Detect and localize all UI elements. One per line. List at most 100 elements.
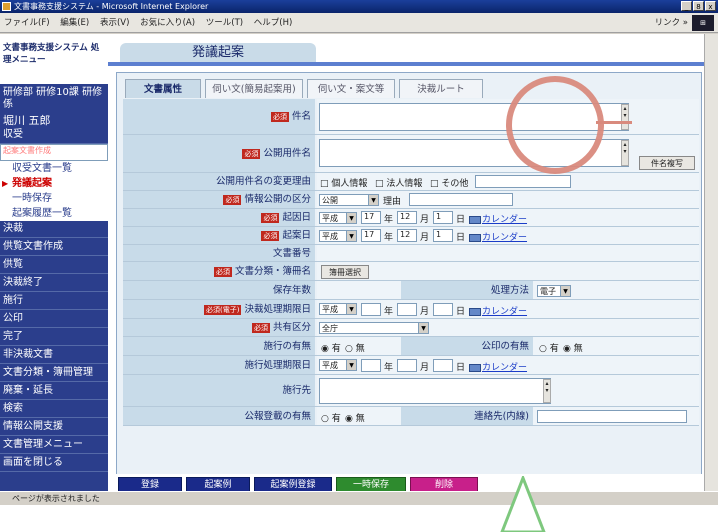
sidebar-item-receipt[interactable]: 収受 (0, 127, 108, 144)
classification-label: 必須 文書分類・簿冊名 (123, 262, 315, 280)
process-method-select[interactable]: 電子 ▼ (537, 285, 571, 297)
seal-no-radio[interactable]: ◉ 無 (563, 341, 583, 354)
sidebar-item-proposal-draft[interactable]: ▶ 発議起案 (0, 176, 108, 191)
origin-calendar-link[interactable]: カレンダー (469, 212, 527, 225)
deadline-day-unit: 日 (456, 307, 466, 317)
highlight-circle (506, 76, 604, 174)
destination-input[interactable] (319, 378, 551, 404)
deadline-era-value: 平成 (322, 305, 338, 314)
header-divider (108, 62, 712, 66)
status-bar: ページが表示されました (0, 491, 718, 505)
sidebar-item-classification[interactable]: 文書分類・簿冊管理 (0, 365, 108, 382)
public-subject-scrollbar[interactable]: ▴ ▾ (621, 140, 629, 166)
draft-example-button[interactable]: 起案例 (186, 477, 250, 492)
sidebar-item-circulation[interactable]: 供覧 (0, 257, 108, 274)
sidebar-item-approval[interactable]: 決裁 (0, 221, 108, 238)
maximize-button[interactable]: 8 (693, 1, 704, 11)
enforcement-era-select[interactable]: 平成 ▼ (319, 359, 357, 371)
sidebar-item-official-seal[interactable]: 公印 (0, 311, 108, 328)
sidebar-item-search[interactable]: 検索 (0, 401, 108, 418)
reason-input[interactable] (409, 193, 513, 206)
links-toolbar[interactable]: リンク » (655, 13, 688, 33)
seal-yes-radio[interactable]: ○ 有 (539, 341, 559, 354)
reason-personal-label: 個人情報 (331, 179, 368, 189)
minimize-button[interactable]: _ (681, 1, 692, 11)
reason-other-checkbox[interactable]: □ その他 (430, 176, 468, 189)
enforcement-day-unit: 日 (456, 363, 466, 373)
origin-month-input[interactable]: 12 (397, 211, 417, 224)
close-button[interactable]: x (705, 1, 716, 11)
register-example-button[interactable]: 起案例登録 (254, 477, 332, 492)
enforcement-month-input[interactable] (397, 359, 417, 372)
radio-no-label: 無 (355, 414, 365, 424)
destination-scrollbar[interactable]: ▴ ▾ (543, 379, 551, 403)
menu-tools[interactable]: ツール(T) (202, 13, 247, 33)
deadline-era-select[interactable]: 平成 ▼ (319, 303, 357, 315)
enforcement-year-input[interactable] (361, 359, 381, 372)
sidebar-item-doc-menu[interactable]: 文書管理メニュー (0, 437, 108, 454)
tab-approval-route[interactable]: 決裁ルート (399, 79, 483, 98)
sidebar-item-draft-create[interactable]: 起案文書作成 (0, 144, 108, 161)
subject-copy-button[interactable]: 件名複写 (639, 156, 695, 170)
disclosure-select[interactable]: 公開 ▼ (319, 194, 379, 206)
deadline-cell: 平成 ▼ 年 月 日 カレンダー (317, 300, 699, 318)
menu-edit[interactable]: 編集(E) (56, 13, 93, 33)
sidebar-item-enforcement[interactable]: 施行 (0, 293, 108, 310)
enforcement-calendar-link[interactable]: カレンダー (469, 360, 527, 373)
delete-button[interactable]: 削除 (410, 477, 478, 492)
draft-era-select[interactable]: 平成 ▼ (319, 230, 357, 242)
action-bar: 登録 起案例 起案例登録 一時保存 削除 (108, 474, 712, 492)
origin-year-unit: 年 (384, 215, 394, 225)
menu-help[interactable]: ヘルプ(H) (250, 13, 297, 33)
deadline-year-input[interactable] (361, 303, 381, 316)
enforcement-deadline-cell: 平成 ▼ 年 月 日 カレンダー (317, 356, 699, 374)
subject-scrollbar[interactable]: ▴ ▾ (621, 104, 629, 130)
form-panel: 文書属性 伺い文(簡易起案用) 伺い文・案文等 決裁ルート 必須 件名 ▴ ▾ 必須… (116, 72, 702, 492)
temp-save-button[interactable]: 一時保存 (336, 477, 406, 492)
enforcement-era-value: 平成 (322, 361, 338, 370)
origin-era-select[interactable]: 平成 ▼ (319, 212, 357, 224)
sidebar-item-info-disclosure[interactable]: 情報公開支援 (0, 419, 108, 436)
calendar-icon (469, 363, 481, 372)
draft-month-input[interactable]: 12 (397, 229, 417, 242)
sharing-select[interactable]: 全庁 ▼ (319, 322, 429, 334)
sidebar-item-disposal[interactable]: 廃棄・延長 (0, 383, 108, 400)
sidebar-item-complete[interactable]: 完了 (0, 329, 108, 346)
register-button[interactable]: 登録 (118, 477, 182, 492)
contact-input[interactable] (537, 410, 687, 423)
sidebar-item-circulation-create[interactable]: 供覧文書作成 (0, 239, 108, 256)
bulletin-no-radio[interactable]: ◉ 無 (345, 411, 365, 424)
origin-year-input[interactable]: 17 (361, 211, 381, 224)
sidebar-item-close[interactable]: 画面を閉じる (0, 455, 108, 472)
tab-doc-attributes[interactable]: 文書属性 (125, 79, 201, 98)
draft-year-input[interactable]: 17 (361, 229, 381, 242)
enforcement-day-input[interactable] (433, 359, 453, 372)
reason-other-input[interactable] (475, 175, 571, 188)
enforcement-yes-radio[interactable]: ◉ 有 (321, 341, 341, 354)
sidebar-item-non-approval[interactable]: 非決裁文書 (0, 347, 108, 364)
reason-corporate-checkbox[interactable]: □ 法人情報 (375, 176, 422, 189)
deadline-day-input[interactable] (433, 303, 453, 316)
window-scrollbar[interactable] (704, 34, 718, 491)
row-enforcement-deadline: 施行処理期限日 平成 ▼ 年 月 日 カレンダー (123, 356, 699, 375)
enforcement-no-radio[interactable]: ○ 無 (345, 341, 365, 354)
deadline-calendar-link[interactable]: カレンダー (469, 304, 527, 317)
sidebar-item-draft-history[interactable]: 起案履歴一覧 (0, 206, 108, 221)
sidebar-item-temp-save[interactable]: 一時保存 (0, 191, 108, 206)
deadline-label: 必須(電子) 決裁処理期限日 (123, 300, 315, 318)
draft-day-input[interactable]: 1 (433, 229, 453, 242)
bulletin-yes-radio[interactable]: ○ 有 (321, 411, 341, 424)
deadline-month-input[interactable] (397, 303, 417, 316)
tab-inquiry-draft[interactable]: 伺い文・案文等 (307, 79, 395, 98)
calendar-icon (469, 307, 481, 316)
draft-calendar-link[interactable]: カレンダー (469, 230, 527, 243)
menu-view[interactable]: 表示(V) (96, 13, 133, 33)
origin-day-input[interactable]: 1 (433, 211, 453, 224)
sidebar-item-approval-done[interactable]: 決裁終了 (0, 275, 108, 292)
menu-favorites[interactable]: お気に入り(A) (136, 13, 199, 33)
reason-personal-checkbox[interactable]: □ 個人情報 (320, 176, 367, 189)
sidebar-item-received-list[interactable]: 収受文書一覧 (0, 161, 108, 176)
tab-simple-inquiry[interactable]: 伺い文(簡易起案用) (205, 79, 303, 98)
ledger-select-button[interactable]: 簿冊選択 (321, 265, 369, 279)
menu-file[interactable]: ファイル(F) (0, 13, 54, 33)
